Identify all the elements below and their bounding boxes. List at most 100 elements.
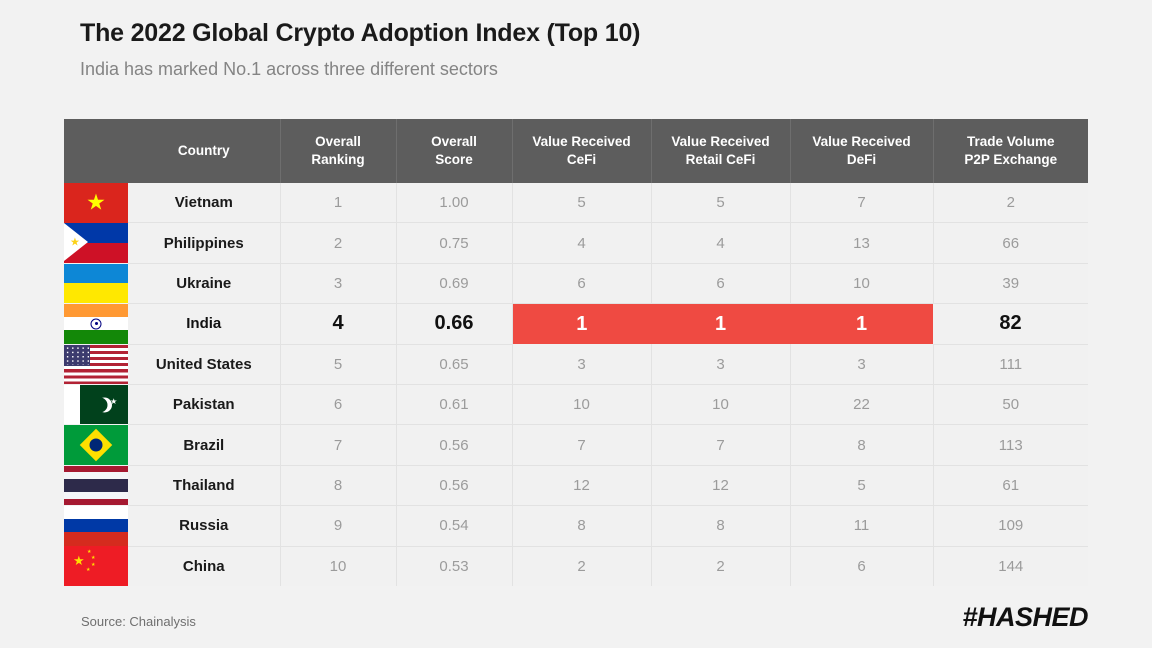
flag-thailand-icon xyxy=(64,465,128,506)
cell-value-received-retail-cefi: 2 xyxy=(651,546,791,586)
header-block: The 2022 Global Crypto Adoption Index (T… xyxy=(80,16,1080,81)
country-flag-cell xyxy=(64,263,128,304)
table-row: United States 5 0.65 3 3 3 111 xyxy=(64,344,1088,385)
cell-value-received-retail-cefi: 12 xyxy=(651,465,791,507)
flag-china-icon: ★ ★ ★ ★ ★ xyxy=(64,546,128,586)
flag-united-states-icon xyxy=(64,344,128,384)
table-row: ★ Philippines 2 0.75 4 4 13 66 xyxy=(64,222,1088,264)
country-flag-cell: ★ xyxy=(64,223,128,263)
cell-country: Ukraine xyxy=(128,263,281,305)
column-header-overall-ranking-line2: Ranking xyxy=(311,152,365,167)
adoption-index-table: Country Overall Ranking Overall Score Va… xyxy=(64,119,1088,586)
table-row: Thailand 8 0.56 12 12 5 61 xyxy=(64,465,1088,507)
cell-trade-volume-p2p: 82 xyxy=(933,303,1088,345)
column-header-value-received-retail-cefi: Value Received Retail CeFi xyxy=(651,119,791,183)
cell-value-received-cefi: 8 xyxy=(512,505,652,547)
cell-trade-volume-p2p: 50 xyxy=(933,384,1088,426)
flag-india-icon xyxy=(64,304,128,344)
cell-value-received-cefi: 5 xyxy=(512,183,652,224)
country-flag-cell: ★ xyxy=(64,183,128,223)
cell-value-received-defi: 8 xyxy=(790,424,934,466)
cell-country: Brazil xyxy=(128,424,281,466)
footer: Source: Chainalysis #HASHED xyxy=(0,602,1152,648)
country-flag-cell xyxy=(64,304,128,344)
cell-country: Russia xyxy=(128,505,281,547)
cell-overall-ranking: 9 xyxy=(280,505,397,547)
country-flag-cell: ★ ★ ★ ★ ★ xyxy=(64,546,128,586)
column-header-flag xyxy=(64,119,128,183)
cell-overall-ranking: 5 xyxy=(280,344,397,385)
cell-overall-score: 1.00 xyxy=(396,183,513,224)
flag-brazil-icon xyxy=(64,425,128,465)
cell-value-received-defi: 11 xyxy=(790,505,934,547)
cell-trade-volume-p2p: 66 xyxy=(933,222,1088,264)
column-header-p2p-line1: Trade Volume xyxy=(966,134,1055,149)
cell-value-received-defi: 13 xyxy=(790,222,934,264)
cell-overall-ranking: 4 xyxy=(280,303,397,345)
cell-overall-ranking: 7 xyxy=(280,424,397,466)
cell-overall-score: 0.75 xyxy=(396,222,513,264)
column-header-defi-line1: Value Received xyxy=(812,134,911,149)
cell-country: Philippines xyxy=(128,222,281,264)
hashed-logo: #HASHED xyxy=(962,602,1088,632)
cell-value-received-defi: 22 xyxy=(790,384,934,426)
table-row: ★ Vietnam 1 1.00 5 5 7 2 xyxy=(64,183,1088,224)
cell-overall-score: 0.65 xyxy=(396,344,513,385)
cell-country: Pakistan xyxy=(128,384,281,426)
cell-value-received-cefi: 4 xyxy=(512,222,652,264)
country-flag-cell xyxy=(64,465,128,506)
column-header-overall-ranking-line1: Overall xyxy=(315,134,361,149)
table-row: ★ ★ ★ ★ ★ China 10 0.53 2 2 6 144 xyxy=(64,546,1088,586)
column-header-overall-ranking: Overall Ranking xyxy=(280,119,397,183)
flag-philippines-icon: ★ xyxy=(64,223,128,263)
column-header-retail-line2: Retail CeFi xyxy=(685,152,756,167)
cell-overall-ranking: 1 xyxy=(280,183,397,224)
cell-trade-volume-p2p: 144 xyxy=(933,546,1088,586)
cell-country: Thailand xyxy=(128,465,281,507)
cell-overall-ranking: 2 xyxy=(280,222,397,264)
cell-trade-volume-p2p: 39 xyxy=(933,263,1088,305)
table-row: Brazil 7 0.56 7 7 8 113 xyxy=(64,424,1088,466)
column-header-country: Country xyxy=(128,119,281,183)
cell-value-received-retail-cefi: 1 xyxy=(651,303,790,345)
cell-trade-volume-p2p: 111 xyxy=(933,344,1088,385)
cell-value-received-defi: 3 xyxy=(790,344,934,385)
flag-vietnam-icon: ★ xyxy=(64,183,128,223)
cell-overall-ranking: 10 xyxy=(280,546,397,586)
flag-ukraine-icon xyxy=(64,263,128,304)
cell-value-received-retail-cefi: 7 xyxy=(651,424,791,466)
page-title: The 2022 Global Crypto Adoption Index (T… xyxy=(80,19,641,47)
cell-value-received-retail-cefi: 3 xyxy=(651,344,791,385)
cell-value-received-cefi: 3 xyxy=(512,344,652,385)
column-header-trade-volume-p2p: Trade Volume P2P Exchange xyxy=(933,119,1088,183)
cell-overall-ranking: 8 xyxy=(280,465,397,507)
cell-value-received-defi: 7 xyxy=(790,183,934,224)
column-header-overall-score-line2: Score xyxy=(435,152,473,167)
cell-overall-score: 0.56 xyxy=(396,465,513,507)
page-subtitle: India has marked No.1 across three diffe… xyxy=(80,59,498,79)
cell-trade-volume-p2p: 109 xyxy=(933,505,1088,547)
cell-value-received-defi: 6 xyxy=(790,546,934,586)
table-row: India 4 0.66 1 1 1 82 xyxy=(64,303,1088,345)
country-flag-cell xyxy=(64,344,128,384)
flag-pakistan-icon: ★ xyxy=(64,384,128,425)
cell-country: China xyxy=(128,546,281,586)
table-row: Russia 9 0.54 8 8 11 109 xyxy=(64,505,1088,547)
cell-value-received-cefi: 12 xyxy=(512,465,652,507)
table-row: ★ Pakistan 6 0.61 10 10 22 50 xyxy=(64,384,1088,426)
column-header-overall-score-line1: Overall xyxy=(431,134,477,149)
table-body: ★ Vietnam 1 1.00 5 5 7 2 ★ Philippines 2 0.75 4 4 13 66… xyxy=(64,183,1088,586)
cell-trade-volume-p2p: 2 xyxy=(933,183,1088,224)
cell-value-received-cefi: 1 xyxy=(512,303,651,345)
country-flag-cell: ★ xyxy=(64,384,128,425)
column-header-p2p-line2: P2P Exchange xyxy=(964,152,1058,167)
cell-value-received-defi: 1 xyxy=(790,303,933,345)
country-flag-cell xyxy=(64,425,128,465)
cell-country: United States xyxy=(128,344,281,385)
adoption-index-table-container: Country Overall Ranking Overall Score Va… xyxy=(64,119,1088,586)
column-header-cefi-line1: Value Received xyxy=(532,134,631,149)
cell-country: India xyxy=(128,303,281,345)
column-header-value-received-defi: Value Received DeFi xyxy=(790,119,934,183)
cell-country: Vietnam xyxy=(128,183,281,224)
column-header-defi-line2: DeFi xyxy=(846,152,877,167)
